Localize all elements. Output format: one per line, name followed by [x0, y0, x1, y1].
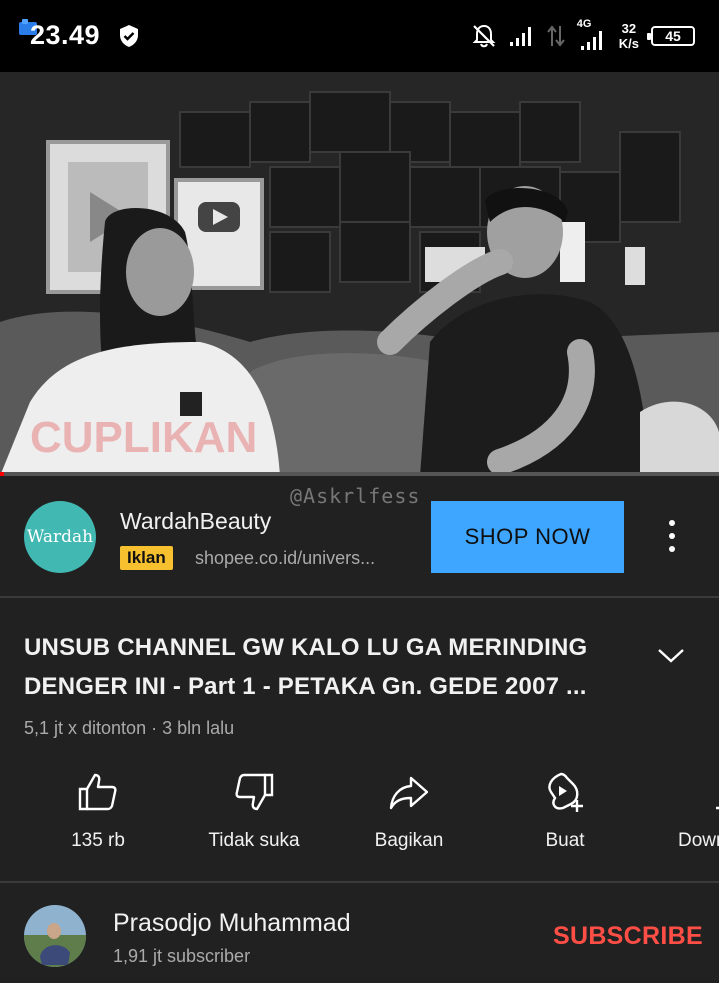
advertiser-logo[interactable]: Wardah: [24, 501, 96, 573]
status-bar: 23.49 4G 32 K/s 45: [0, 0, 719, 72]
create-label: Buat: [545, 830, 585, 851]
data-arrows-icon: [546, 25, 565, 47]
video-player[interactable]: CUPLIKAN: [0, 72, 719, 476]
create-icon: [548, 772, 583, 812]
shop-now-button[interactable]: SHOP NOW: [431, 501, 624, 573]
like-count: 135 rb: [71, 830, 125, 851]
video-progress-bar[interactable]: [0, 472, 719, 476]
signal-icon: [509, 27, 531, 46]
video-meta: 5,1 jt x ditonton · 3 bln lalu: [24, 718, 235, 738]
subscriber-count: 1,91 jt subscriber: [113, 946, 251, 966]
divider: [0, 881, 719, 883]
more-options-icon[interactable]: [660, 520, 684, 556]
subscribe-button[interactable]: SUBSCRIBE: [553, 922, 703, 951]
video-title[interactable]: UNSUB CHANNEL GW KALO LU GA MERINDING DE…: [24, 628, 624, 706]
dislike-label: Tidak suka: [208, 830, 300, 851]
progress-fill: [0, 472, 4, 476]
mute-bell-icon: [472, 24, 496, 48]
share-label: Bagikan: [374, 830, 444, 851]
shield-icon: [120, 25, 138, 47]
advertiser-name[interactable]: WardahBeauty: [120, 508, 271, 535]
svg-text:CUPLIKAN: CUPLIKAN: [30, 413, 257, 462]
action-bar: 135 rb Tidak suka Bagikan Buat Down: [0, 770, 719, 880]
network-speed: 32 K/s: [618, 21, 639, 51]
signal-4g-icon: 4G: [577, 18, 607, 51]
ad-url[interactable]: shopee.co.id/univers...: [195, 548, 375, 569]
download-icon: [716, 806, 719, 810]
ad-badge: Iklan: [120, 546, 173, 570]
battery-indicator: 45: [647, 26, 695, 46]
download-label: Down: [678, 830, 719, 851]
share-button[interactable]: Bagikan: [344, 770, 474, 852]
channel-name[interactable]: Prasodjo Muhammad: [113, 909, 351, 938]
status-icons: 4G 32 K/s 45: [471, 16, 695, 56]
video-frame: CUPLIKAN: [0, 72, 719, 476]
dislike-button[interactable]: Tidak suka: [189, 770, 319, 852]
channel-avatar[interactable]: [24, 905, 86, 967]
chevron-down-icon[interactable]: [656, 640, 686, 670]
download-button[interactable]: Down: [650, 770, 719, 852]
create-button[interactable]: Buat: [500, 770, 630, 852]
thumbs-up-icon: [78, 773, 117, 811]
thumbs-down-icon: [235, 773, 274, 811]
watermark: @Askrlfess: [290, 484, 421, 508]
clock: 23.49: [30, 20, 101, 50]
like-button[interactable]: 135 rb: [33, 770, 163, 852]
share-icon: [389, 776, 429, 810]
